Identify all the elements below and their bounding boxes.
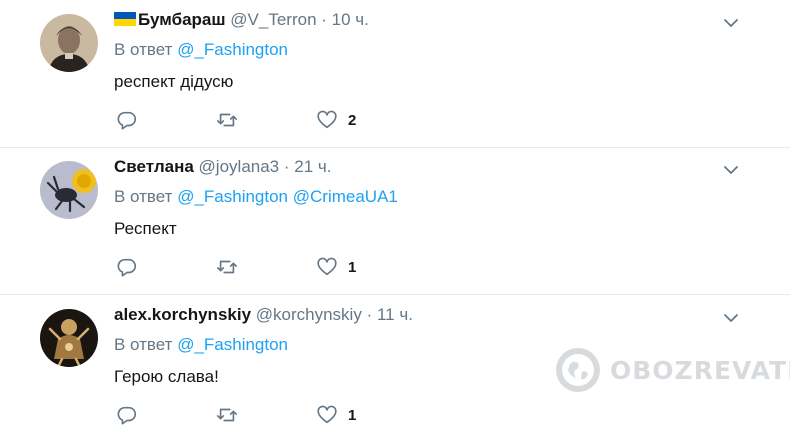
reply-button[interactable]: [116, 403, 148, 427]
reply-prefix: В ответ: [114, 187, 173, 206]
like-count: 2: [348, 111, 357, 129]
globe-logo-icon: [556, 348, 600, 392]
like-button[interactable]: 2: [316, 108, 356, 132]
like-count: 1: [348, 258, 357, 276]
display-name[interactable]: alex.korchynskiy: [114, 305, 251, 324]
ukraine-flag-icon: [114, 12, 136, 26]
reply-icon: [117, 406, 137, 425]
chevron-down-icon[interactable]: [722, 14, 740, 32]
mention-link[interactable]: @_Fashington: [177, 187, 288, 206]
tweet[interactable]: Бумбараш @V_Terron · 10 ч. В ответ @_Fas…: [0, 0, 790, 148]
user-handle[interactable]: @joylana3: [199, 157, 280, 176]
watermark-text: OBOZREVATEL: [610, 355, 790, 385]
timestamp[interactable]: 21 ч.: [294, 157, 331, 176]
tweet-text: респект дідусю: [114, 72, 234, 91]
reply-context: В ответ @_Fashington: [114, 335, 288, 355]
tweet-text: Герою слава!: [114, 367, 219, 386]
user-handle[interactable]: @V_Terron: [230, 10, 316, 29]
tweet-actions: 1: [116, 255, 416, 279]
separator-dot: ·: [283, 157, 290, 176]
tweet-text: Респект: [114, 219, 177, 238]
tweet[interactable]: Светлана @joylana3 · 21 ч. В ответ @_Fas…: [0, 147, 790, 295]
retweet-icon: [217, 260, 237, 274]
timestamp[interactable]: 10 ч.: [332, 10, 369, 29]
heart-icon: [317, 405, 337, 424]
display-name[interactable]: Бумбараш: [138, 10, 226, 29]
avatar[interactable]: [40, 161, 98, 219]
timestamp[interactable]: 11 ч.: [377, 305, 413, 324]
reply-button[interactable]: [116, 108, 148, 132]
ornate-figure-icon: [40, 309, 98, 367]
separator-dot: ·: [366, 305, 373, 324]
reply-icon: [117, 258, 137, 277]
retweet-button[interactable]: [216, 255, 248, 279]
avatar[interactable]: [40, 14, 98, 72]
mention-link[interactable]: @_Fashington: [177, 335, 288, 354]
retweet-button[interactable]: [216, 108, 248, 132]
beetle-dandelion-icon: [40, 161, 98, 219]
separator-dot: ·: [321, 10, 327, 29]
vintage-portrait-icon: [40, 14, 98, 72]
tweet-actions: 2: [116, 108, 416, 132]
reply-button[interactable]: [116, 255, 148, 279]
mention-link[interactable]: @_Fashington: [177, 40, 288, 59]
mention-link[interactable]: @CrimeaUA1: [293, 187, 398, 206]
retweet-icon: [217, 408, 237, 422]
like-count: 1: [348, 406, 357, 424]
heart-icon: [317, 110, 337, 129]
chevron-down-icon[interactable]: [722, 161, 740, 179]
tweet-actions: 1: [116, 403, 416, 427]
like-button[interactable]: 1: [316, 255, 356, 279]
user-handle[interactable]: @korchynskiy: [256, 305, 362, 324]
retweet-button[interactable]: [216, 403, 248, 427]
reply-context: В ответ @_Fashington: [114, 40, 288, 60]
reply-prefix: В ответ: [114, 40, 173, 59]
reply-icon: [117, 111, 137, 130]
display-name[interactable]: Светлана: [114, 157, 194, 176]
heart-icon: [317, 257, 337, 276]
retweet-icon: [217, 113, 237, 127]
reply-prefix: В ответ: [114, 335, 173, 354]
chevron-down-icon[interactable]: [722, 309, 740, 327]
reply-context: В ответ @_Fashington @CrimeaUA1: [114, 187, 398, 207]
obozrevatel-watermark: OBOZREVATEL: [556, 348, 790, 392]
avatar[interactable]: [40, 309, 98, 367]
like-button[interactable]: 1: [316, 403, 356, 427]
